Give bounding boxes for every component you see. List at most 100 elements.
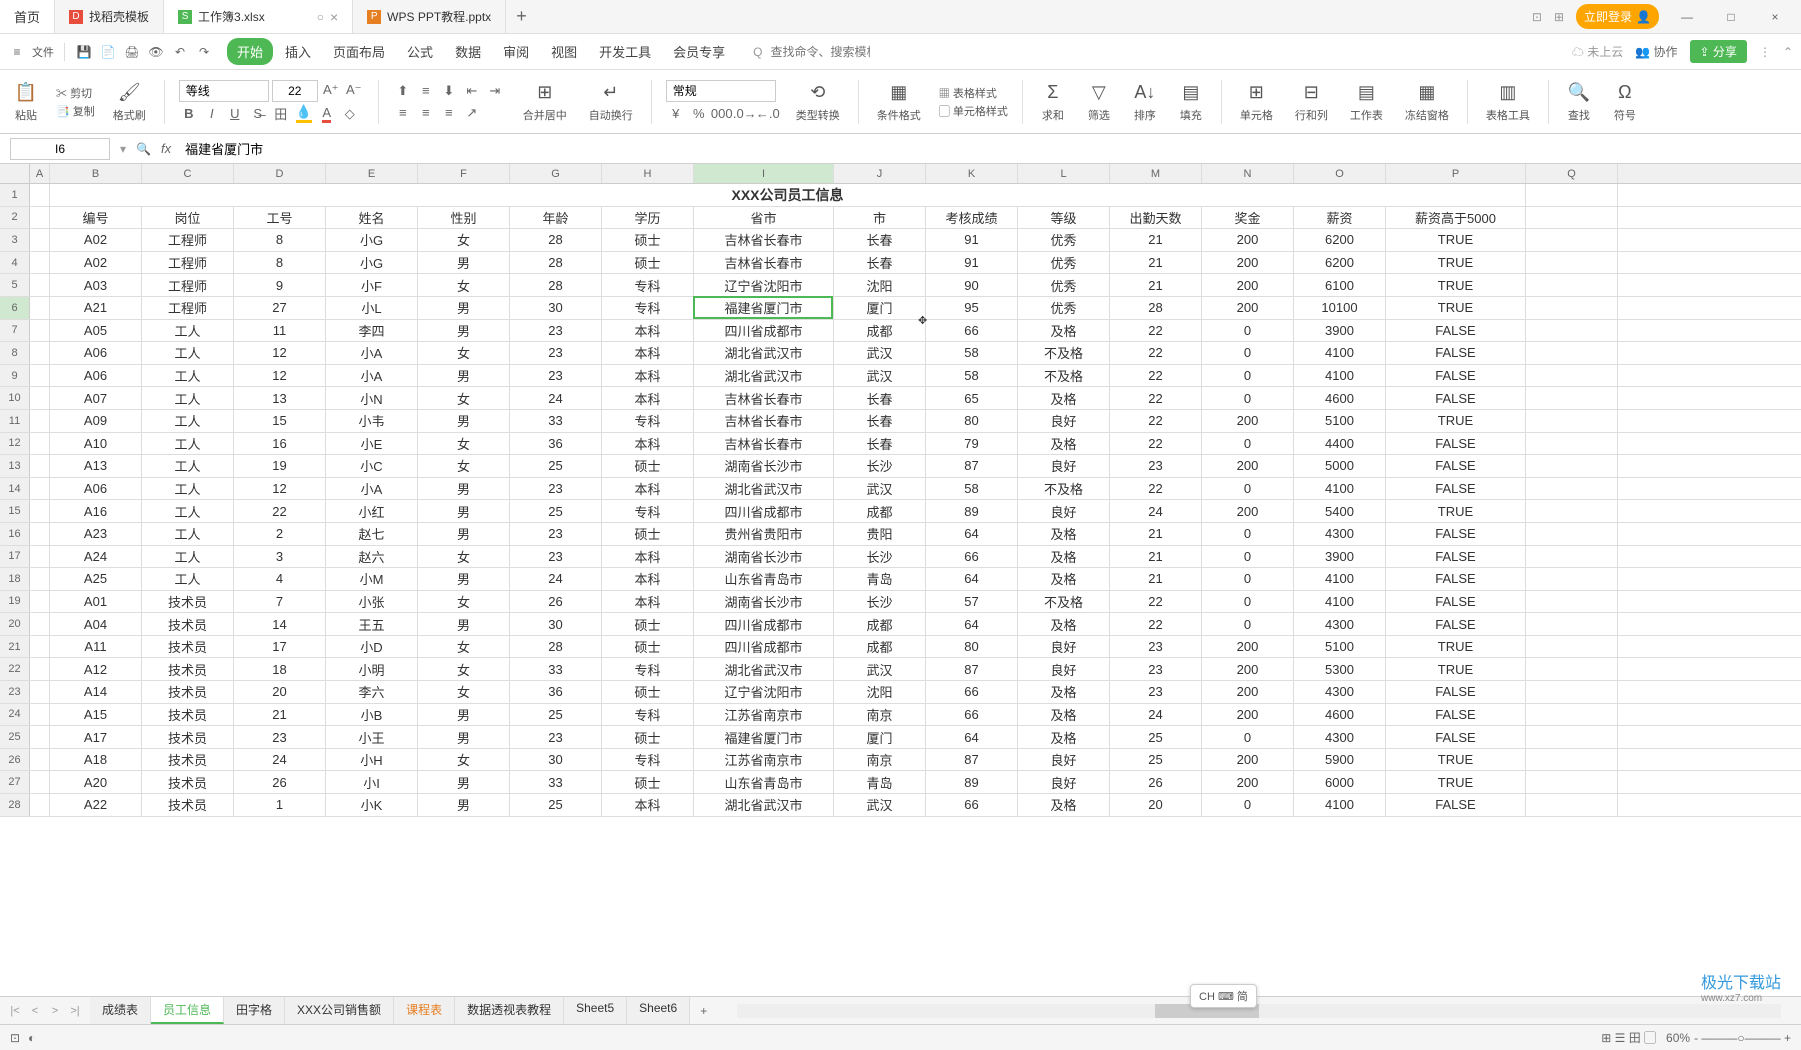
- cell[interactable]: 不及格: [1018, 342, 1110, 364]
- cell[interactable]: 18: [234, 658, 326, 680]
- data-rows[interactable]: 1XXX公司员工信息2编号岗位工号姓名性别年龄学历省市市考核成绩等级出勤天数奖金…: [0, 184, 1801, 994]
- cell[interactable]: 硕士: [602, 613, 694, 635]
- col-M[interactable]: M: [1110, 164, 1202, 183]
- freeze-button[interactable]: ▦冻结窗格: [1401, 81, 1453, 123]
- cell[interactable]: 工人: [142, 478, 234, 500]
- cell[interactable]: 四川省成都市: [694, 320, 834, 342]
- cell[interactable]: 小B: [326, 704, 418, 726]
- col-C[interactable]: C: [142, 164, 234, 183]
- cell[interactable]: 36: [510, 433, 602, 455]
- cell[interactable]: 200: [1202, 636, 1294, 658]
- border-icon[interactable]: 田: [271, 104, 291, 124]
- col-N[interactable]: N: [1202, 164, 1294, 183]
- number-format-select[interactable]: [666, 80, 776, 102]
- save-icon[interactable]: 💾: [75, 43, 93, 61]
- cell[interactable]: 0: [1202, 387, 1294, 409]
- more-icon[interactable]: ⋮: [1759, 45, 1771, 59]
- cell[interactable]: TRUE: [1386, 658, 1526, 680]
- apps-icon[interactable]: ⊞: [1554, 10, 1564, 24]
- cell[interactable]: 7: [234, 591, 326, 613]
- cell[interactable]: 16: [234, 433, 326, 455]
- cell[interactable]: 23: [1110, 681, 1202, 703]
- cell[interactable]: A01: [50, 591, 142, 613]
- cut-button[interactable]: ✂ 剪切: [56, 85, 95, 101]
- cell[interactable]: TRUE: [1386, 229, 1526, 251]
- cell[interactable]: 良好: [1018, 636, 1110, 658]
- sum-button[interactable]: Σ求和: [1037, 81, 1069, 123]
- saveas-icon[interactable]: 📄: [99, 43, 117, 61]
- cell[interactable]: 28: [510, 274, 602, 296]
- cell[interactable]: 优秀: [1018, 252, 1110, 274]
- cell[interactable]: 优秀: [1018, 274, 1110, 296]
- sheet-tab-7[interactable]: Sheet6: [627, 997, 690, 1024]
- cell[interactable]: 12: [234, 342, 326, 364]
- cell[interactable]: 5100: [1294, 410, 1386, 432]
- cell[interactable]: 本科: [602, 794, 694, 816]
- cell[interactable]: 36: [510, 681, 602, 703]
- cell[interactable]: 本科: [602, 568, 694, 590]
- cell[interactable]: 23: [510, 342, 602, 364]
- cell[interactable]: 21: [1110, 229, 1202, 251]
- cell[interactable]: 辽宁省沈阳市: [694, 274, 834, 296]
- cell[interactable]: 23: [510, 726, 602, 748]
- cell[interactable]: 33: [510, 771, 602, 793]
- fill-button[interactable]: ▤填充: [1175, 81, 1207, 123]
- cell[interactable]: 小A: [326, 342, 418, 364]
- cell[interactable]: 良好: [1018, 771, 1110, 793]
- cell[interactable]: 5300: [1294, 658, 1386, 680]
- cell[interactable]: A05: [50, 320, 142, 342]
- cell[interactable]: 岗位: [142, 207, 234, 229]
- cell[interactable]: 男: [418, 726, 510, 748]
- cell[interactable]: 及格: [1018, 681, 1110, 703]
- cell[interactable]: 山东省青岛市: [694, 568, 834, 590]
- cell[interactable]: 20: [234, 681, 326, 703]
- cell[interactable]: 22: [1110, 320, 1202, 342]
- cell[interactable]: 福建省厦门市: [694, 726, 834, 748]
- cell[interactable]: 4400: [1294, 433, 1386, 455]
- cell[interactable]: 李六: [326, 681, 418, 703]
- cell[interactable]: 女: [418, 433, 510, 455]
- cell[interactable]: 男: [418, 297, 510, 319]
- cell[interactable]: 专科: [602, 749, 694, 771]
- h-scrollbar[interactable]: [737, 1004, 1781, 1018]
- cell[interactable]: 89: [926, 771, 1018, 793]
- cell[interactable]: 66: [926, 320, 1018, 342]
- cell[interactable]: 成都: [834, 320, 926, 342]
- cell[interactable]: 24: [1110, 500, 1202, 522]
- cell[interactable]: A15: [50, 704, 142, 726]
- rowh[interactable]: 16: [0, 523, 30, 545]
- cell[interactable]: 22: [234, 500, 326, 522]
- cell[interactable]: FALSE: [1386, 726, 1526, 748]
- cell[interactable]: 女: [418, 274, 510, 296]
- cell[interactable]: 工人: [142, 365, 234, 387]
- cell[interactable]: 64: [926, 613, 1018, 635]
- cell[interactable]: 男: [418, 478, 510, 500]
- dec-dec-icon[interactable]: ←.0: [758, 104, 778, 124]
- cell[interactable]: 30: [510, 749, 602, 771]
- cell[interactable]: A11: [50, 636, 142, 658]
- cell[interactable]: 吉林省长春市: [694, 229, 834, 251]
- cell[interactable]: 28: [510, 229, 602, 251]
- cell[interactable]: 28: [510, 636, 602, 658]
- rowh[interactable]: 22: [0, 658, 30, 680]
- col-A[interactable]: A: [30, 164, 50, 183]
- cell[interactable]: 21: [234, 704, 326, 726]
- select-all-corner[interactable]: [0, 164, 30, 183]
- cell[interactable]: 21: [1110, 523, 1202, 545]
- cell[interactable]: A17: [50, 726, 142, 748]
- cell[interactable]: 湖北省武汉市: [694, 478, 834, 500]
- cell[interactable]: 长沙: [834, 591, 926, 613]
- cell[interactable]: 22: [1110, 342, 1202, 364]
- percent-icon[interactable]: %: [689, 104, 709, 124]
- cell[interactable]: FALSE: [1386, 681, 1526, 703]
- cell[interactable]: 小G: [326, 252, 418, 274]
- cell[interactable]: 3900: [1294, 320, 1386, 342]
- sheet-button[interactable]: ▤工作表: [1346, 81, 1387, 123]
- col-J[interactable]: J: [834, 164, 926, 183]
- cell[interactable]: A09: [50, 410, 142, 432]
- prev-sheet-icon[interactable]: <: [26, 1002, 44, 1020]
- comma-icon[interactable]: 000: [712, 104, 732, 124]
- cell[interactable]: 21: [1110, 252, 1202, 274]
- cell[interactable]: 硕士: [602, 726, 694, 748]
- cell[interactable]: A16: [50, 500, 142, 522]
